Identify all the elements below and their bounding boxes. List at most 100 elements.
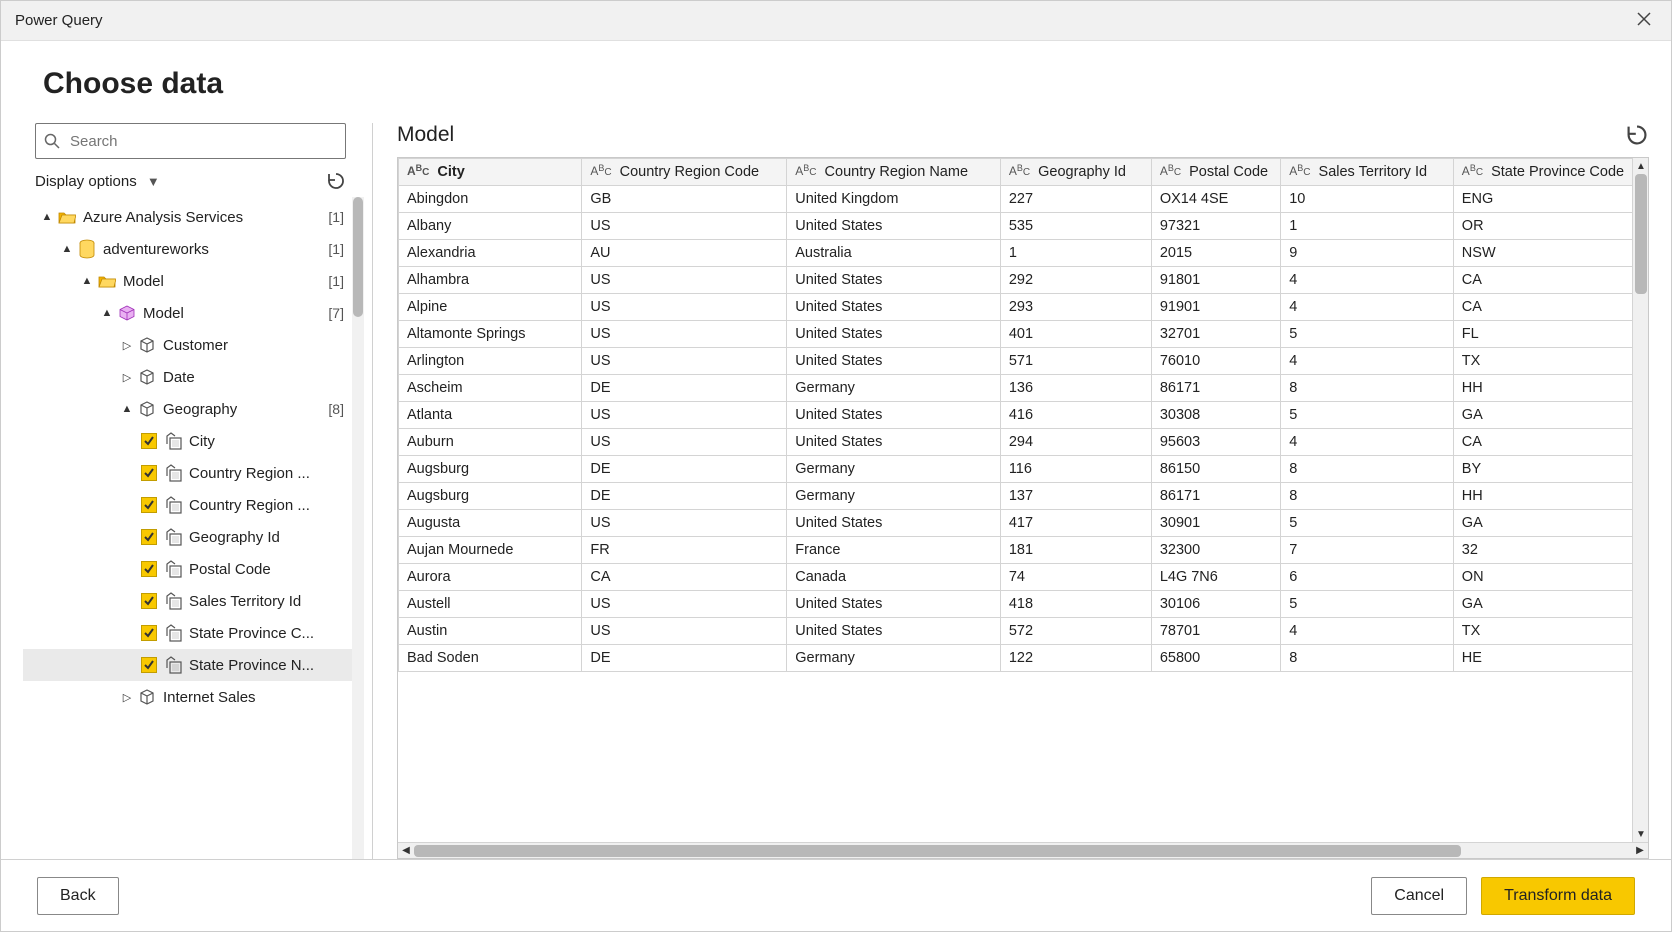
checkbox-icon[interactable] [141, 433, 157, 449]
table-cell: 86150 [1151, 456, 1280, 483]
checkbox-icon[interactable] [141, 465, 157, 481]
table-cell: 4 [1281, 267, 1454, 294]
tree-leaf[interactable]: Sales Territory Id [23, 585, 364, 617]
search-input[interactable] [68, 132, 337, 151]
tree-node-label: Customer [163, 337, 228, 354]
scroll-down-icon[interactable]: ▼ [1633, 826, 1649, 842]
attribute-icon [163, 655, 183, 675]
close-button[interactable] [1631, 7, 1657, 34]
table-row[interactable]: AugustaUSUnited States417309015GA [399, 510, 1648, 537]
tree-node-geography[interactable]: ▲ Geography [8] [23, 393, 364, 425]
table-cell: 65800 [1151, 645, 1280, 672]
collapse-toggle-icon[interactable]: ▲ [121, 403, 133, 415]
cancel-button[interactable]: Cancel [1371, 877, 1467, 915]
expand-toggle-icon[interactable]: ▷ [121, 691, 133, 704]
table-cell: United States [787, 429, 1001, 456]
search-input-wrap[interactable] [35, 123, 346, 159]
table-row[interactable]: AustellUSUnited States418301065GA [399, 591, 1648, 618]
tree-node-internet-sales[interactable]: ▷ Internet Sales [23, 681, 364, 713]
checkbox-icon[interactable] [141, 593, 157, 609]
table-row[interactable]: AlhambraUSUnited States292918014CA [399, 267, 1648, 294]
column-header[interactable]: ABC Postal Code [1151, 159, 1280, 186]
table-row[interactable]: AugsburgDEGermany116861508BY [399, 456, 1648, 483]
column-header[interactable]: ABC Country Region Name [787, 159, 1001, 186]
tree-node-azure-analysis-services[interactable]: ▲ Azure Analysis Services [1] [23, 201, 364, 233]
tree-node-label: Geography [163, 401, 237, 418]
app-title: Power Query [15, 12, 103, 29]
column-header[interactable]: ABC State Province Code [1453, 159, 1647, 186]
checkbox-icon[interactable] [141, 625, 157, 641]
column-header[interactable]: ABC Sales Territory Id [1281, 159, 1454, 186]
table-row[interactable]: ArlingtonUSUnited States571760104TX [399, 348, 1648, 375]
table-row[interactable]: AlbanyUSUnited States535973211OR [399, 213, 1648, 240]
column-header[interactable]: ABC City [399, 159, 582, 186]
table-cell: 4 [1281, 348, 1454, 375]
table-row[interactable]: Altamonte SpringsUSUnited States40132701… [399, 321, 1648, 348]
tree-node-model-folder[interactable]: ▲ Model [1] [23, 265, 364, 297]
table-row[interactable]: Aujan MournedeFRFrance18132300732 [399, 537, 1648, 564]
grid-vertical-scrollbar[interactable]: ▲ ▼ [1632, 158, 1648, 858]
checkbox-icon[interactable] [141, 657, 157, 673]
tree-node-date[interactable]: ▷ Date [23, 361, 364, 393]
sidebar-scrollbar[interactable] [352, 197, 364, 859]
tree-node-count: [1] [328, 209, 344, 225]
tree-leaf[interactable]: State Province C... [23, 617, 364, 649]
table-cell: 571 [1000, 348, 1151, 375]
tree-leaf[interactable]: Geography Id [23, 521, 364, 553]
table-cell: DE [582, 456, 787, 483]
tree-node-model-cube[interactable]: ▲ Model [7] [23, 297, 364, 329]
table-row[interactable]: AugsburgDEGermany137861718HH [399, 483, 1648, 510]
checkbox-icon[interactable] [141, 497, 157, 513]
checkbox-icon[interactable] [141, 561, 157, 577]
table-row[interactable]: AuburnUSUnited States294956034CA [399, 429, 1648, 456]
expand-toggle-icon[interactable]: ▷ [121, 339, 133, 352]
table-cell: 8 [1281, 483, 1454, 510]
table-cell: FL [1453, 321, 1647, 348]
table-row[interactable]: AlpineUSUnited States293919014CA [399, 294, 1648, 321]
tree-leaf[interactable]: Postal Code [23, 553, 364, 585]
table-cell: 8 [1281, 375, 1454, 402]
scroll-left-icon[interactable]: ◀ [398, 843, 414, 859]
table-cell: GA [1453, 510, 1647, 537]
back-button[interactable]: Back [37, 877, 119, 915]
attribute-icon [163, 527, 183, 547]
table-cell: 6 [1281, 564, 1454, 591]
table-cell: Germany [787, 456, 1001, 483]
scroll-right-icon[interactable]: ▶ [1632, 843, 1648, 859]
collapse-toggle-icon[interactable]: ▲ [61, 243, 73, 255]
collapse-toggle-icon[interactable]: ▲ [41, 211, 53, 223]
expand-toggle-icon[interactable]: ▷ [121, 371, 133, 384]
tree-node-customer[interactable]: ▷ Customer [23, 329, 364, 361]
refresh-icon[interactable] [326, 171, 346, 191]
text-type-icon: ABC [1289, 164, 1310, 178]
grid-horizontal-scrollbar[interactable]: ◀ ▶ [398, 842, 1648, 858]
close-icon [1637, 12, 1651, 26]
checkbox-icon[interactable] [141, 529, 157, 545]
table-row[interactable]: AscheimDEGermany136861718HH [399, 375, 1648, 402]
table-row[interactable]: AbingdonGBUnited Kingdom227OX14 4SE10ENG [399, 186, 1648, 213]
table-cell: Alhambra [399, 267, 582, 294]
table-row[interactable]: AustinUSUnited States572787014TX [399, 618, 1648, 645]
collapse-toggle-icon[interactable]: ▲ [81, 275, 93, 287]
collapse-toggle-icon[interactable]: ▲ [101, 307, 113, 319]
refresh-preview-icon[interactable] [1625, 123, 1649, 147]
table-row[interactable]: AtlantaUSUnited States416303085GA [399, 402, 1648, 429]
table-cell: 5 [1281, 591, 1454, 618]
table-row[interactable]: Bad SodenDEGermany122658008HE [399, 645, 1648, 672]
table-row[interactable]: AlexandriaAUAustralia120159NSW [399, 240, 1648, 267]
table-cell: OX14 4SE [1151, 186, 1280, 213]
tree-leaf[interactable]: State Province N... [23, 649, 364, 681]
column-header[interactable]: ABC Country Region Code [582, 159, 787, 186]
table-cell: US [582, 267, 787, 294]
tree-node-adventureworks[interactable]: ▲ adventureworks [1] [23, 233, 364, 265]
transform-data-button[interactable]: Transform data [1481, 877, 1635, 915]
tree-leaf[interactable]: Country Region ... [23, 457, 364, 489]
tree-leaf[interactable]: Country Region ... [23, 489, 364, 521]
tree-leaf[interactable]: City [23, 425, 364, 457]
display-options-button[interactable]: Display options ▼ [35, 173, 160, 190]
column-header[interactable]: ABC Geography Id [1000, 159, 1151, 186]
table-cell: 227 [1000, 186, 1151, 213]
table-row[interactable]: AuroraCACanada74L4G 7N66ON [399, 564, 1648, 591]
table-cell: TX [1453, 618, 1647, 645]
scroll-up-icon[interactable]: ▲ [1633, 158, 1649, 174]
